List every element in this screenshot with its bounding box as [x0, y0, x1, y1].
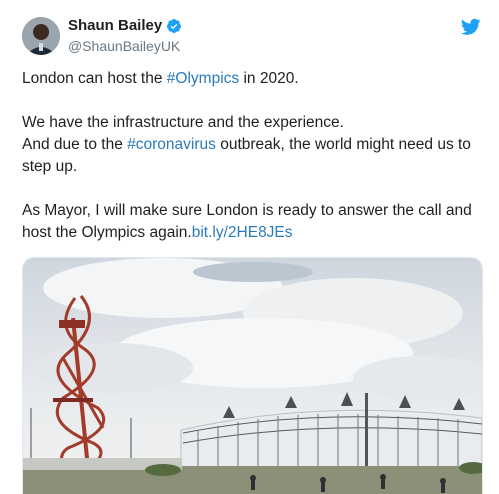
display-name[interactable]: Shaun Bailey: [68, 17, 162, 34]
tweet-text-segment: And due to the: [22, 136, 128, 153]
tweet-card: Shaun Bailey @ShaunBaileyUK London can h…: [0, 0, 499, 494]
stadium-photo: [23, 258, 482, 494]
author-name-row[interactable]: Shaun Bailey: [68, 17, 182, 34]
shortened-url-link[interactable]: bit.ly/2HE8JEs: [192, 224, 293, 241]
avatar[interactable]: [22, 17, 60, 55]
tweet-text: London can host the #Olympics in 2020. W…: [22, 68, 482, 244]
tweet-text-segment: in 2020.: [239, 70, 299, 87]
avatar-photo: [22, 17, 60, 55]
tweet-text-segment: London can host the: [22, 70, 167, 87]
hashtag-coronavirus-link[interactable]: #coronavirus: [127, 136, 216, 153]
tweet-line-2: We have the infrastructure and the exper…: [22, 114, 344, 131]
tweet-line-4: As Mayor, I will make sure London is rea…: [22, 200, 482, 244]
tweet-media-photo[interactable]: [22, 257, 483, 494]
verified-badge-icon: [167, 18, 182, 33]
twitter-bird-icon[interactable]: [461, 18, 481, 36]
hashtag-olympics-link[interactable]: #Olympics: [167, 70, 239, 87]
tweet-line-1: London can host the #Olympics in 2020.: [22, 68, 482, 90]
tweet-line-3: And due to the #coronavirus outbreak, th…: [22, 134, 482, 178]
author-handle[interactable]: @ShaunBaileyUK: [68, 38, 180, 54]
